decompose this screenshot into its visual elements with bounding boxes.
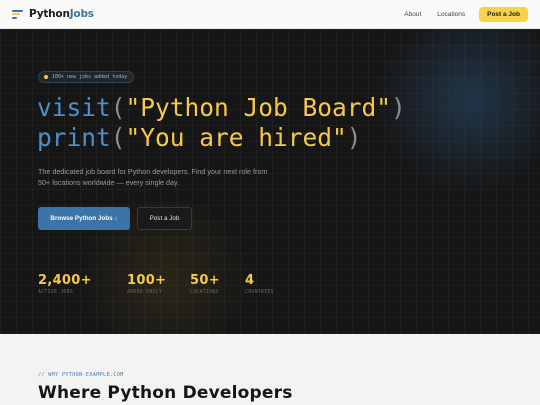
hero-description: The dedicated job board for Python devel…	[38, 167, 268, 187]
stat-label: ACTIVE JOBS	[38, 290, 74, 295]
stat-active-jobs: 2,400+ ACTIVE JOBS	[38, 273, 92, 295]
post-job-hero-button[interactable]: Post a Job	[137, 207, 192, 230]
code-string-job-board: "Python Job Board"	[125, 93, 392, 122]
site-header: PythonJobs About Locations Post a Job	[0, 0, 540, 29]
nav-locations-link[interactable]: Locations	[437, 11, 465, 18]
code-function-print: print	[37, 123, 111, 152]
code-string-hired: "You are hired"	[125, 123, 347, 152]
code-open-paren: (	[110, 123, 126, 152]
logo-prefix: Python	[29, 8, 70, 20]
stat-added-daily: 100+ ADDED DAILY	[127, 273, 166, 295]
main-nav: About Locations Post a Job	[388, 6, 528, 22]
stat-value: 100+	[127, 273, 167, 288]
badge-dot-icon	[44, 75, 48, 79]
code-close-paren: )	[391, 93, 406, 122]
stat-locations: 50+ LOCATIONS	[190, 273, 220, 295]
stat-value: 4	[245, 273, 255, 288]
stat-label: LOCATIONS	[190, 290, 219, 295]
code-close-paren: )	[346, 123, 362, 152]
logo-accent: Jobs	[69, 8, 94, 20]
post-job-header-button[interactable]: Post a Job	[479, 6, 528, 22]
code-open-paren: (	[110, 93, 126, 122]
stat-label: COUNTRIES	[245, 290, 274, 295]
stat-label: ADDED DAILY	[127, 290, 163, 295]
logo[interactable]: PythonJobs	[12, 8, 94, 20]
browse-jobs-button[interactable]: Browse Python Jobs ↓	[38, 207, 130, 230]
stat-value: 2,400+	[38, 273, 92, 288]
hero-section: 100+ new jobs added today visit("Python …	[0, 29, 540, 334]
hero-heading-line-2: print("You are hired")	[37, 123, 362, 153]
badge-text: 100+ new jobs added today	[52, 74, 128, 80]
nav-about-link[interactable]: About	[404, 11, 421, 18]
logo-text: PythonJobs	[29, 8, 94, 20]
hero-heading-line-1: visit("Python Job Board")	[37, 93, 406, 123]
stat-value: 50+	[190, 273, 220, 288]
why-eyebrow: // WHY PYTHON-EXAMPLE.COM	[38, 372, 124, 378]
logo-bars-icon	[12, 9, 24, 19]
code-function-visit: visit	[37, 93, 111, 122]
new-jobs-badge: 100+ new jobs added today	[38, 71, 135, 83]
why-section-title: Where Python Developers	[38, 383, 293, 403]
stat-countries: 4 COUNTRIES	[245, 273, 274, 295]
